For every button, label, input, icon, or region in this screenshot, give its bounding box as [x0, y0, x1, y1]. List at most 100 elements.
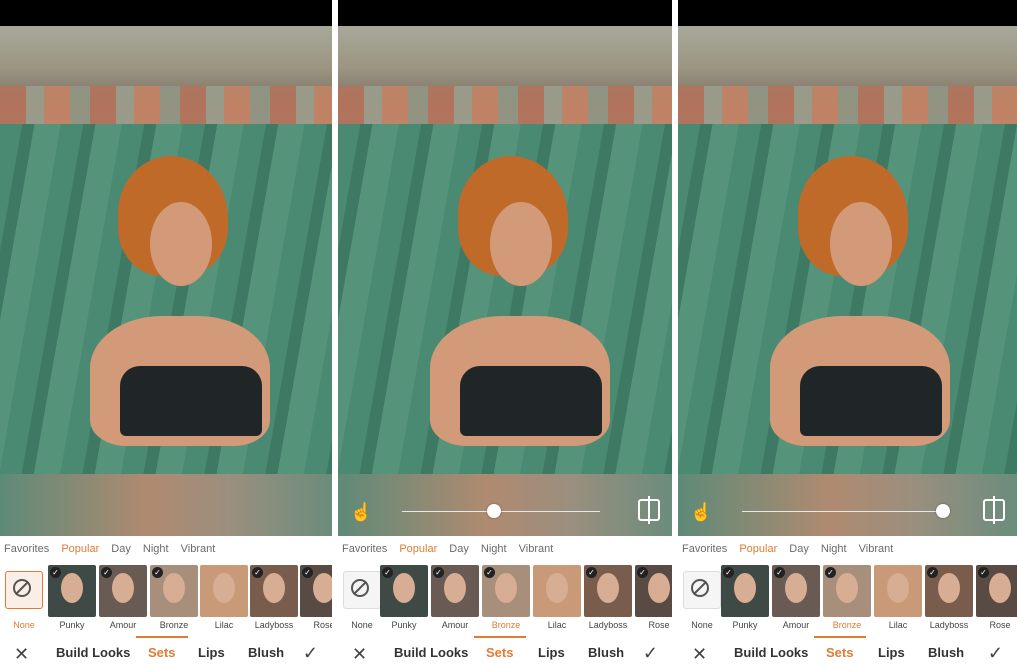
look-label: Rose [989, 620, 1011, 630]
look-punky[interactable]: ✓ Punky [380, 565, 428, 633]
look-ladyboss[interactable]: ✓ Ladyboss [250, 565, 298, 633]
none-icon [351, 579, 369, 597]
tab-sets[interactable]: Sets [148, 645, 175, 660]
hand-touch-icon[interactable]: ☝ [690, 501, 712, 523]
checkmark-icon[interactable]: ✓ [988, 643, 1003, 664]
look-rose[interactable]: ✓ Rose [300, 565, 332, 633]
status-bar [678, 0, 1017, 26]
downloaded-check-icon: ✓ [101, 567, 112, 578]
downloaded-check-icon: ✓ [927, 567, 938, 578]
look-label: Punky [59, 620, 85, 630]
look-thumbnails: None ✓ Punky ✓ Amour ✓ Bronze Lilac ✓ La… [678, 565, 1017, 635]
photo-canvas[interactable] [678, 26, 1017, 536]
look-ladyboss[interactable]: ✓ Ladyboss [925, 565, 973, 633]
screen-panel-1: Favorites Popular Day Night Vibrant None… [0, 0, 332, 669]
look-none[interactable]: None [678, 565, 726, 633]
tab-vibrant[interactable]: Vibrant [519, 543, 554, 555]
tab-favorites[interactable]: Favorites [342, 543, 387, 555]
photo-canvas[interactable] [0, 26, 332, 536]
look-thumbnails: None ✓ Punky ✓ Amour ✓ Bronze Lilac ✓ La… [338, 565, 672, 635]
tab-popular[interactable]: Popular [61, 543, 99, 555]
look-label: Ladyboss [254, 620, 294, 630]
compare-icon[interactable] [638, 496, 660, 524]
tab-day[interactable]: Day [789, 543, 809, 555]
look-amour[interactable]: ✓ Amour [431, 565, 479, 633]
intensity-track[interactable] [402, 511, 600, 512]
category-tabs: Favorites Popular Day Night Vibrant [0, 543, 332, 561]
tab-sets[interactable]: Sets [486, 645, 513, 660]
tab-popular[interactable]: Popular [739, 543, 777, 555]
look-label: Punky [391, 620, 417, 630]
look-label: None [351, 620, 373, 630]
tab-popular[interactable]: Popular [399, 543, 437, 555]
close-icon[interactable]: ✕ [692, 644, 707, 665]
look-punky[interactable]: ✓ Punky [721, 565, 769, 633]
look-none[interactable]: None [338, 565, 386, 633]
black-top [460, 366, 602, 436]
look-label: Amour [109, 620, 137, 630]
look-label: Amour [441, 620, 469, 630]
look-lilac[interactable]: Lilac [200, 565, 248, 633]
look-amour[interactable]: ✓ Amour [99, 565, 147, 633]
hand-touch-icon[interactable]: ☝ [350, 501, 372, 523]
look-label: Punky [732, 620, 758, 630]
tab-favorites[interactable]: Favorites [4, 543, 49, 555]
downloaded-check-icon: ✓ [152, 567, 163, 578]
tab-night[interactable]: Night [821, 543, 847, 555]
tab-build-looks[interactable]: Build Looks [394, 645, 468, 660]
tab-blush[interactable]: Blush [928, 645, 964, 660]
sets-tab-underline [136, 636, 188, 638]
downloaded-check-icon: ✓ [382, 567, 393, 578]
look-none[interactable]: None [0, 565, 48, 633]
tab-build-looks[interactable]: Build Looks [734, 645, 808, 660]
tab-blush[interactable]: Blush [248, 645, 284, 660]
tab-blush[interactable]: Blush [588, 645, 624, 660]
tab-lips[interactable]: Lips [538, 645, 565, 660]
look-rose[interactable]: ✓ Rose [976, 565, 1017, 633]
tab-day[interactable]: Day [449, 543, 469, 555]
intensity-slider-handle[interactable] [936, 504, 950, 518]
downloaded-check-icon: ✓ [723, 567, 734, 578]
look-label: Rose [648, 620, 670, 630]
look-rose[interactable]: ✓ Rose [635, 565, 672, 633]
sets-tab-underline [814, 636, 866, 638]
compare-icon[interactable] [983, 496, 1005, 524]
tab-vibrant[interactable]: Vibrant [181, 543, 216, 555]
tab-night[interactable]: Night [143, 543, 169, 555]
look-bronze[interactable]: ✓ Bronze [482, 565, 530, 633]
tab-vibrant[interactable]: Vibrant [859, 543, 894, 555]
intensity-track[interactable] [742, 511, 945, 512]
downloaded-check-icon: ✓ [302, 567, 313, 578]
look-label: Ladyboss [929, 620, 969, 630]
look-bronze[interactable]: ✓ Bronze [823, 565, 871, 633]
tab-lips[interactable]: Lips [878, 645, 905, 660]
bottom-toolbar: ✕ Build Looks Sets Lips Blush ✓ [0, 641, 332, 667]
downloaded-check-icon: ✓ [978, 567, 989, 578]
look-label: Ladyboss [588, 620, 628, 630]
look-amour[interactable]: ✓ Amour [772, 565, 820, 633]
screen-panel-3: ☝ Favorites Popular Day Night Vibrant No… [678, 0, 1017, 669]
look-thumbnails: None ✓ Punky ✓ Amour ✓ Bronze Lilac ✓ La… [0, 565, 332, 635]
screen-panel-2: ☝ Favorites Popular Day Night Vibrant No… [338, 0, 672, 669]
tab-favorites[interactable]: Favorites [682, 543, 727, 555]
look-bronze[interactable]: ✓ Bronze [150, 565, 198, 633]
look-lilac[interactable]: Lilac [533, 565, 581, 633]
tab-sets[interactable]: Sets [826, 645, 853, 660]
sets-tab-underline [474, 636, 526, 638]
none-icon [691, 579, 709, 597]
look-punky[interactable]: ✓ Punky [48, 565, 96, 633]
look-label: Bronze [832, 620, 862, 630]
tab-night[interactable]: Night [481, 543, 507, 555]
checkmark-icon[interactable]: ✓ [643, 643, 658, 664]
close-icon[interactable]: ✕ [14, 644, 29, 665]
look-lilac[interactable]: Lilac [874, 565, 922, 633]
close-icon[interactable]: ✕ [352, 644, 367, 665]
tab-day[interactable]: Day [111, 543, 131, 555]
photo-canvas[interactable] [338, 26, 672, 536]
intensity-slider-handle[interactable] [487, 504, 501, 518]
tab-build-looks[interactable]: Build Looks [56, 645, 130, 660]
look-ladyboss[interactable]: ✓ Ladyboss [584, 565, 632, 633]
face [150, 202, 212, 286]
tab-lips[interactable]: Lips [198, 645, 225, 660]
checkmark-icon[interactable]: ✓ [303, 643, 318, 664]
